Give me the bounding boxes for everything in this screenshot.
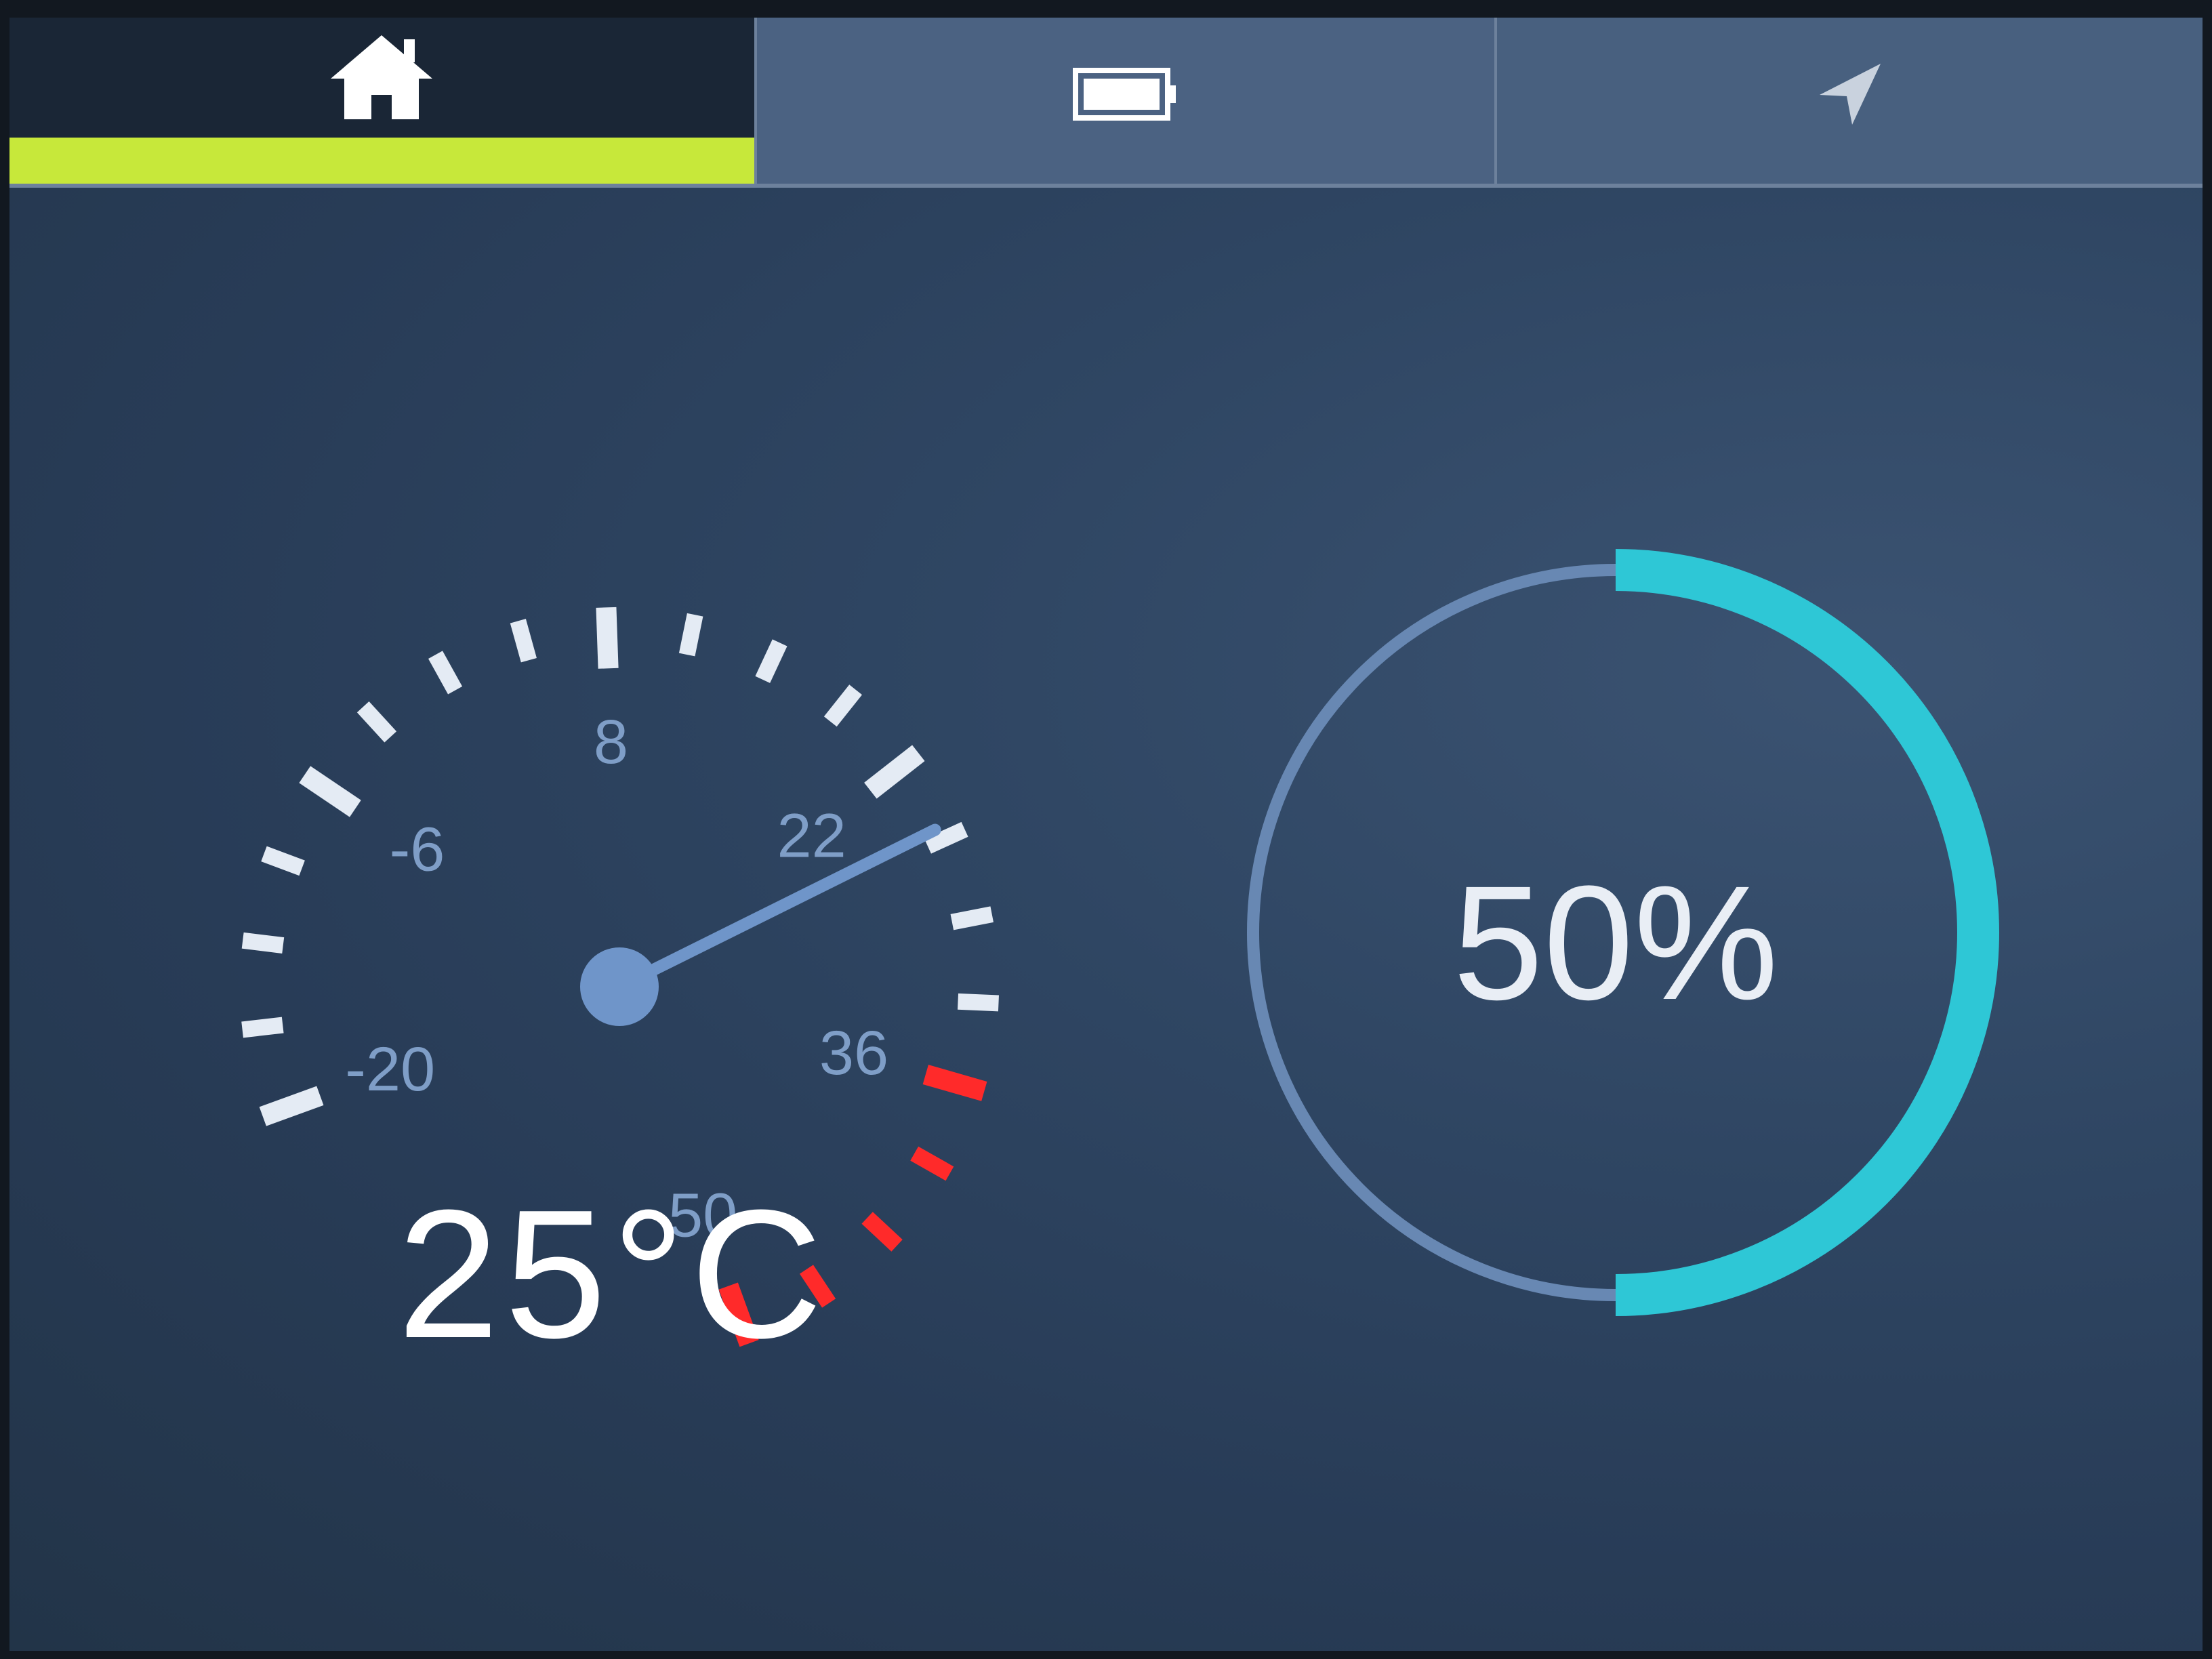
gauge-tick bbox=[910, 1146, 954, 1181]
gauge-tick bbox=[958, 993, 999, 1012]
gauge-hub bbox=[580, 947, 659, 1026]
tab-navigation[interactable] bbox=[1494, 18, 2203, 184]
home-icon bbox=[331, 35, 433, 119]
tab-battery[interactable] bbox=[754, 18, 1495, 184]
tab-home[interactable] bbox=[9, 18, 754, 184]
active-tab-indicator bbox=[9, 138, 754, 184]
gauge-tick bbox=[241, 1017, 284, 1038]
device-screen: -20 -6 8 22 36 50 25°C 50% bbox=[9, 18, 2203, 1651]
progress-percent-label: 50% bbox=[1452, 852, 1779, 1033]
gauge-tick bbox=[259, 1086, 324, 1126]
gauge-tick bbox=[861, 1212, 903, 1252]
gauge-tick bbox=[241, 932, 285, 954]
navigation-arrow-icon bbox=[1819, 63, 1881, 125]
gauge-tick bbox=[950, 906, 994, 930]
gauge-tick bbox=[922, 1065, 987, 1101]
gauge-tick bbox=[299, 766, 361, 817]
gauge-tick bbox=[356, 701, 397, 743]
gauge-tick bbox=[261, 846, 305, 876]
gauge-tick-label: -20 bbox=[345, 1035, 435, 1104]
gauge-tick bbox=[596, 607, 619, 669]
gauge-tick-label: -6 bbox=[390, 815, 445, 884]
gauge-tick bbox=[755, 639, 787, 683]
gauge-tick bbox=[510, 619, 537, 663]
gauge-tick-label: 36 bbox=[819, 1019, 888, 1088]
gauge-tick-label: 8 bbox=[594, 708, 628, 777]
gauge-tick bbox=[823, 684, 862, 727]
battery-icon bbox=[1072, 67, 1176, 121]
temperature-readout: 25°C bbox=[397, 1172, 828, 1376]
gauge-tick bbox=[864, 745, 925, 799]
tab-bar bbox=[9, 18, 2203, 188]
gauge-tick bbox=[428, 651, 463, 695]
gauge-tick bbox=[678, 613, 703, 657]
gauge-tick-label: 22 bbox=[777, 801, 846, 870]
